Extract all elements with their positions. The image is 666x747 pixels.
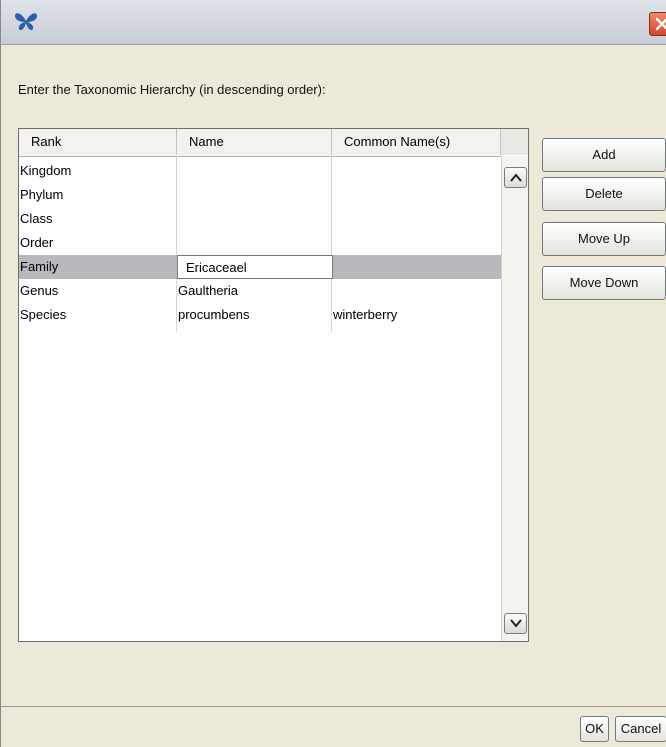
name-cell[interactable]: procumbens [177, 303, 332, 327]
move-down-button[interactable]: Move Down [542, 266, 666, 300]
column-header-common-names[interactable]: Common Name(s) [332, 129, 501, 155]
footer-bar [1, 707, 666, 747]
table-header: Rank Name Common Name(s) [19, 129, 501, 157]
delete-button[interactable]: Delete [542, 177, 666, 211]
rank-cell: Phylum [20, 187, 64, 202]
rank-cell: Family [20, 259, 59, 274]
common-name-cell[interactable]: winterberry [332, 303, 501, 327]
butterfly-icon [13, 10, 39, 32]
dialog-window: Enter the Taxonomic Hierarchy (in descen… [0, 0, 666, 747]
column-header-rank[interactable]: Rank [19, 129, 177, 155]
common-name-cell[interactable] [332, 159, 501, 183]
table-row[interactable]: Kingdom [19, 159, 501, 183]
rank-cell: Order [20, 235, 54, 250]
table-row[interactable]: Class [19, 207, 501, 231]
common-name-cell[interactable] [332, 255, 501, 279]
name-cell[interactable]: Gaultheria [177, 279, 332, 303]
rank-cell: Genus [20, 283, 59, 298]
column-header-name[interactable]: Name [177, 129, 332, 155]
name-cell[interactable] [177, 183, 332, 207]
cancel-button[interactable]: Cancel [615, 716, 666, 742]
move-up-button[interactable]: Move Up [542, 222, 666, 256]
table-row[interactable]: Phylum [19, 183, 501, 207]
scroll-down-button[interactable] [504, 613, 527, 634]
table-row[interactable]: Species procumbens winterberry [19, 303, 501, 327]
rank-cell: Kingdom [20, 163, 72, 178]
header-corner [501, 129, 528, 155]
add-button[interactable]: Add [542, 138, 666, 172]
close-icon [655, 17, 666, 31]
name-cell[interactable] [177, 207, 332, 231]
name-cell[interactable] [177, 159, 332, 183]
name-cell[interactable] [177, 231, 332, 255]
rank-cell: Species [20, 307, 67, 322]
common-name-cell[interactable] [332, 207, 501, 231]
instruction-label: Enter the Taxonomic Hierarchy (in descen… [18, 82, 326, 97]
name-edit-field[interactable] [177, 255, 333, 279]
arrow-up-icon [510, 173, 522, 182]
common-name-cell[interactable] [332, 279, 501, 303]
common-name-cell[interactable] [332, 231, 501, 255]
title-bar[interactable] [1, 0, 666, 45]
taxonomy-table: Rank Name Common Name(s) Kingdom Phylum … [18, 128, 529, 642]
common-name-cell[interactable] [332, 183, 501, 207]
table-row-selected[interactable]: Family [19, 255, 501, 279]
table-row[interactable]: Order [19, 231, 501, 255]
scroll-up-button[interactable] [504, 167, 527, 188]
arrow-down-icon [510, 619, 522, 628]
close-button[interactable] [649, 12, 666, 36]
rank-cell: Class [20, 211, 53, 226]
vertical-scrollbar[interactable] [501, 156, 528, 641]
table-row[interactable]: Genus Gaultheria [19, 279, 501, 303]
ok-button[interactable]: OK [580, 716, 609, 742]
